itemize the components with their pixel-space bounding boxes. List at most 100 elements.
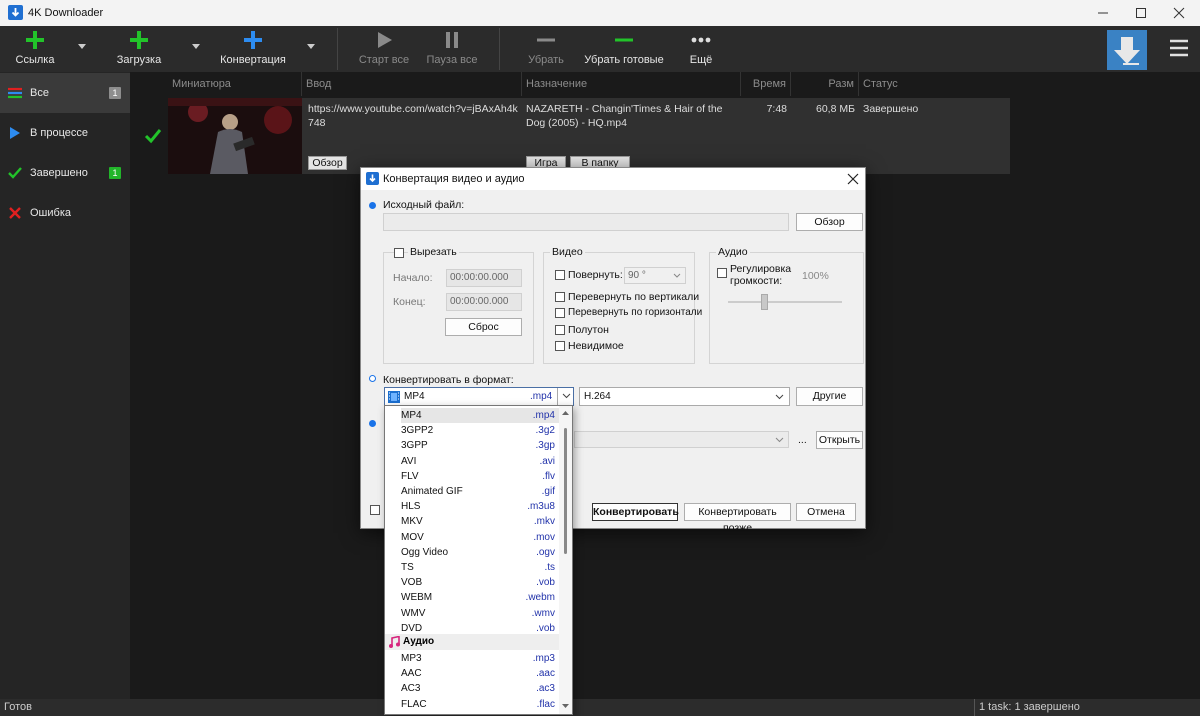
- format-option[interactable]: WMV .wmv: [401, 606, 559, 621]
- format-option[interactable]: TS .ts: [401, 560, 559, 575]
- browse-source-button[interactable]: Обзор: [796, 213, 863, 231]
- volume-slider-track[interactable]: [728, 301, 842, 303]
- format-option[interactable]: 3GPP .3gp: [401, 438, 559, 453]
- halftone-checkbox[interactable]: [555, 325, 565, 335]
- add-link-button[interactable]: Ссылка: [12, 26, 58, 72]
- start-all-button[interactable]: Старт все: [356, 26, 412, 72]
- convert-dropdown-caret-icon[interactable]: [307, 44, 315, 49]
- format-option[interactable]: MP4 .mp4: [401, 408, 559, 423]
- download-button[interactable]: Загрузка: [114, 26, 164, 72]
- rotate-select[interactable]: 90 °: [624, 267, 686, 284]
- input-url[interactable]: https://www.youtube.com/watch?v=jBAxAh4k…: [308, 102, 520, 130]
- column-header-size[interactable]: Разм: [791, 72, 859, 96]
- column-header-destination[interactable]: Назначение: [522, 72, 741, 96]
- format-option[interactable]: VOB .vob: [401, 575, 559, 590]
- close-icon[interactable]: [1172, 6, 1186, 20]
- column-header-time[interactable]: Время: [741, 72, 791, 96]
- column-header-status[interactable]: Статус: [859, 72, 1010, 96]
- source-file-field[interactable]: [383, 213, 789, 231]
- column-header-thumbnail[interactable]: Миниатюра: [168, 72, 302, 96]
- toolbar-divider: [499, 28, 500, 70]
- format-option[interactable]: MKV .mkv: [401, 514, 559, 529]
- format-option[interactable]: 3GPP2 .3g2: [401, 423, 559, 438]
- scrollbar-thumb[interactable]: [564, 428, 567, 554]
- start-time-field[interactable]: 00:00:00.000: [446, 269, 522, 287]
- choose-output-ellipsis[interactable]: ...: [798, 434, 807, 446]
- sidebar-item-in-progress[interactable]: В процессе: [0, 113, 130, 153]
- output-radio[interactable]: [369, 420, 376, 427]
- format-option-name: Ogg Video: [401, 546, 449, 558]
- output-path-field[interactable]: [574, 431, 789, 448]
- link-dropdown-caret-icon[interactable]: [78, 44, 86, 49]
- convert-button[interactable]: Конвертировать: [592, 503, 679, 521]
- convert-label: Конвертация: [220, 54, 286, 66]
- sidebar-item-completed[interactable]: Завершено 1: [0, 153, 130, 193]
- remove-button[interactable]: Убрать: [520, 26, 572, 72]
- format-radio[interactable]: [369, 375, 376, 382]
- error-x-icon: [9, 207, 21, 219]
- format-option[interactable]: MP3 .mp3: [401, 651, 559, 666]
- play-icon: [10, 127, 20, 139]
- format-option[interactable]: WEBM .webm: [401, 590, 559, 605]
- open-output-button[interactable]: Открыть: [816, 431, 863, 449]
- format-option[interactable]: AAC .aac: [401, 666, 559, 681]
- volume-slider-handle[interactable]: [761, 294, 768, 310]
- download-dropdown-caret-icon[interactable]: [192, 44, 200, 49]
- codec-select[interactable]: H.264: [579, 387, 790, 406]
- reset-button[interactable]: Сброс: [445, 318, 522, 336]
- format-dropdown-list: MP4 .mp4 3GPP2 .3g2 3GPP .3gp AVI .avi FLV .flv An…: [384, 405, 573, 715]
- more-button[interactable]: Ещё: [684, 26, 718, 72]
- format-option[interactable]: AVI .avi: [401, 454, 559, 469]
- sidebar-item-all[interactable]: Все 1: [0, 73, 130, 113]
- invisible-checkbox[interactable]: [555, 341, 565, 351]
- dropdown-scrollbar[interactable]: [559, 406, 572, 714]
- format-option[interactable]: Animated GIF .gif: [401, 484, 559, 499]
- source-radio[interactable]: [369, 202, 376, 209]
- sidebar-item-label: Все: [30, 87, 49, 99]
- format-option-ext: .webm: [525, 592, 555, 604]
- convert-later-button[interactable]: Конвертировать позже: [684, 503, 791, 534]
- format-dropdown-button[interactable]: [557, 388, 574, 405]
- convert-button[interactable]: Конвертация: [218, 26, 288, 72]
- cancel-button[interactable]: Отмена: [796, 503, 856, 521]
- browse-button[interactable]: Обзор: [308, 156, 347, 170]
- flip-vertical-checkbox[interactable]: [555, 292, 565, 302]
- maximize-icon[interactable]: [1134, 6, 1148, 20]
- format-option[interactable]: FLV .flv: [401, 469, 559, 484]
- video-group: Видео Повернуть: 90 ° Перевернуть по вер…: [543, 246, 702, 364]
- format-option[interactable]: HLS .m3u8: [401, 499, 559, 514]
- format-option[interactable]: Ogg Video .ogv: [401, 545, 559, 560]
- rotate-checkbox[interactable]: [555, 270, 565, 280]
- scroll-up-icon[interactable]: [562, 410, 569, 415]
- hamburger-menu-icon[interactable]: [1170, 39, 1188, 57]
- end-time-field[interactable]: 00:00:00.000: [446, 293, 522, 311]
- format-option[interactable]: FLAC .flac: [401, 697, 559, 712]
- scroll-down-icon[interactable]: [562, 704, 569, 709]
- format-option[interactable]: MOV .mov: [401, 530, 559, 545]
- format-select[interactable]: MP4 .mp4: [384, 387, 574, 406]
- dialog-close-icon[interactable]: [847, 173, 859, 185]
- pause-all-button[interactable]: Пауза все: [424, 26, 480, 72]
- volume-label: Регулировка громкости:: [730, 263, 792, 287]
- task-summary: 1 task: 1 завершено: [979, 701, 1080, 713]
- sidebar-item-error[interactable]: Ошибка: [0, 193, 130, 233]
- rotate-label: Повернуть:: [568, 269, 623, 281]
- minimize-icon[interactable]: [1096, 6, 1110, 20]
- download-arrow-icon[interactable]: [1107, 30, 1147, 70]
- format-option-name: MOV: [401, 531, 424, 543]
- flip-vertical-label: Перевернуть по вертикали: [568, 291, 700, 303]
- column-header-input[interactable]: Ввод: [302, 72, 522, 96]
- flip-horizontal-checkbox[interactable]: [555, 308, 565, 318]
- destination-file[interactable]: NAZARETH - Changin'Times & Hair of the D…: [526, 102, 736, 130]
- bottom-checkbox[interactable]: [370, 505, 380, 515]
- sidebar: Все 1 В процессе Завершено 1 Ошибка: [0, 72, 130, 699]
- format-value: MP4: [404, 391, 425, 402]
- volume-checkbox[interactable]: [717, 268, 727, 278]
- format-option[interactable]: AC3 .ac3: [401, 681, 559, 696]
- table-row[interactable]: https://www.youtube.com/watch?v=jBAxAh4k…: [168, 98, 1010, 174]
- format-option-ext: .ac3: [536, 683, 555, 695]
- remove-done-button[interactable]: Убрать готовые: [584, 26, 664, 72]
- format-option-name: FLAC: [401, 698, 427, 710]
- other-formats-button[interactable]: Другие: [796, 387, 863, 406]
- cut-checkbox[interactable]: [394, 248, 404, 258]
